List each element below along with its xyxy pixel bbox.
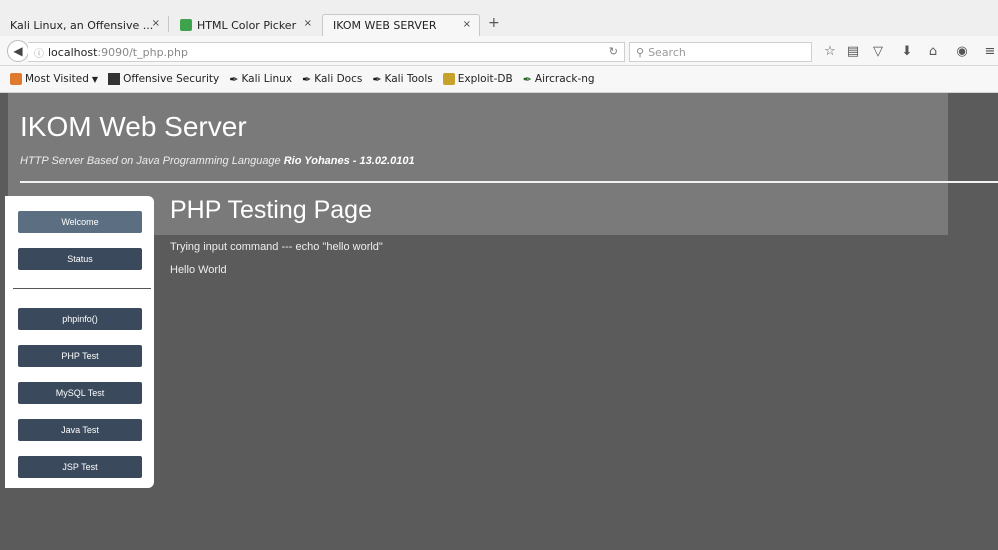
tab-kali-linux[interactable]: Kali Linux, an Offensive ... × [0,14,168,36]
pocket-icon[interactable]: ▽ [870,44,886,60]
url-path: :9090/t_php.php [97,45,188,59]
tab-bar: Kali Linux, an Offensive ... × HTML Colo… [0,0,998,36]
sidebar-item-welcome[interactable]: Welcome [18,211,142,233]
kali-dragon-icon: ✒ [229,73,239,86]
sidebar-item-status[interactable]: Status [18,248,142,270]
offensive-security-icon [108,73,121,85]
bookmark-label: Exploit-DB [457,73,513,85]
color-picker-favicon-icon [180,19,192,31]
chat-icon[interactable]: ◉ [954,44,970,60]
back-arrow-icon[interactable]: ◀ [7,40,29,62]
bookmark-kali-linux[interactable]: ✒ Kali Linux [229,73,293,86]
search-icon: ⚲ [636,45,645,59]
url-host: localhost [48,45,98,59]
sidebar-divider [13,288,151,289]
sidebar-item-phpinfo[interactable]: phpinfo() [18,308,142,330]
bookmark-label: Kali Linux [241,73,293,85]
bookmark-label: Kali Tools [384,73,433,85]
sidebar-item-jsp-test[interactable]: JSP Test [18,456,142,478]
tab-separator [168,16,169,32]
bookmarks-toolbar: Most Visited ▼ Offensive Security ✒ Kali… [0,66,998,93]
menu-icon[interactable]: ≡ [982,44,998,60]
subtitle-text: HTTP Server Based on Java Programming La… [20,155,281,167]
url-bar[interactable]: ⓘ localhost :9090/t_php.php ↻ [28,42,625,62]
tab-close-icon[interactable]: × [463,19,471,30]
new-tab-icon[interactable]: + [488,15,500,31]
tab-title: HTML Color Picker [197,18,297,32]
tab-title: Kali Linux, an Offensive ... [10,18,154,32]
bookmark-kali-tools[interactable]: ✒ Kali Tools [372,73,433,86]
folder-icon [10,73,22,85]
bookmark-star-icon[interactable]: ☆ [822,44,838,60]
page-title: PHP Testing Page [170,196,372,224]
tab-close-icon[interactable]: × [152,18,160,29]
sidebar-menu: Welcome Status phpinfo() PHP Test MySQL … [5,196,154,488]
bookmark-exploit-db[interactable]: Exploit-DB [442,73,513,85]
chevron-down-icon: ▼ [91,74,99,84]
command-text: Trying input command --- echo "hello wor… [170,241,383,253]
tab-close-icon[interactable]: × [304,18,312,29]
reload-icon[interactable]: ↻ [609,45,618,58]
bookmark-kali-docs[interactable]: ✒ Kali Docs [302,73,363,86]
kali-dragon-icon: ✒ [302,73,312,86]
site-title: IKOM Web Server [20,111,247,142]
sidebar-item-mysql-test[interactable]: MySQL Test [18,382,142,404]
bookmark-label: Offensive Security [123,73,220,85]
navigation-bar: ◀ ⓘ localhost :9090/t_php.php ↻ ⚲ Search… [0,36,998,66]
search-placeholder: Search [648,45,686,59]
bookmark-label: Kali Docs [314,73,363,85]
exploit-db-icon [442,73,455,85]
home-icon[interactable]: ⌂ [925,44,941,60]
kali-dragon-icon: ✒ [372,73,382,86]
header-divider [20,181,998,183]
subtitle-author: Rio Yohanes - 13.02.0101 [283,155,415,167]
sidebar-item-java-test[interactable]: Java Test [18,419,142,441]
site-subtitle: HTTP Server Based on Java Programming La… [20,155,415,167]
bookmark-label: Most Visited [25,73,89,85]
tab-ikom-web-server[interactable]: IKOM WEB SERVER × [322,14,480,36]
tab-title: IKOM WEB SERVER [333,19,437,32]
download-icon[interactable]: ⬇ [899,44,915,60]
sidebar-item-php-test[interactable]: PHP Test [18,345,142,367]
bookmark-most-visited[interactable]: Most Visited ▼ [10,73,98,85]
command-output: Hello World [170,264,227,276]
site-info-icon[interactable]: ⓘ [34,45,44,60]
tab-html-color-picker[interactable]: HTML Color Picker × [170,14,320,36]
aircrack-icon: ✒ [522,73,532,86]
bookmark-offensive-security[interactable]: Offensive Security [108,73,219,85]
bookmark-label: Aircrack-ng [534,73,595,85]
web-page: IKOM Web Server HTTP Server Based on Jav… [0,93,998,550]
search-input[interactable]: ⚲ Search [629,42,812,62]
bookmark-aircrack-ng[interactable]: ✒ Aircrack-ng [522,73,595,86]
reading-list-icon[interactable]: ▤ [845,44,861,60]
